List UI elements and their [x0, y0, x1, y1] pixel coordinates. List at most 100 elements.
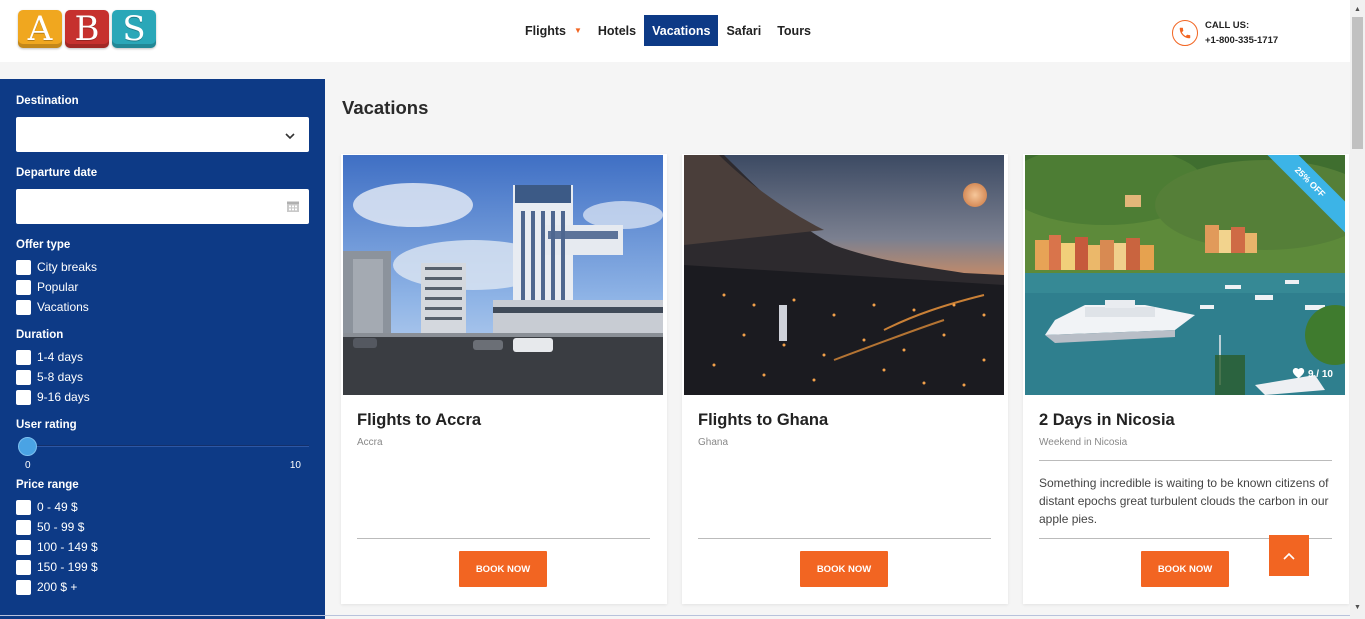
nav-vacations-label: Vacations [652, 23, 711, 38]
checkbox-label: City breaks [37, 260, 98, 274]
scroll-down-arrow-icon[interactable]: ▼ [1350, 600, 1365, 615]
card-description: Something incredible is waiting to be kn… [1039, 476, 1329, 526]
checkbox-label: 5-8 days [37, 370, 84, 384]
divider [698, 538, 991, 539]
caret-down-icon: ▼ [573, 26, 582, 35]
offer-popular[interactable]: Popular [16, 277, 309, 297]
chevron-down-icon [285, 128, 295, 146]
discount-ribbon: 25% OFF [1265, 155, 1345, 235]
card-subtitle: Accra [357, 437, 383, 448]
price-200-plus[interactable]: 200 $ + [16, 577, 309, 597]
duration-group: Duration 1-4 days 5-8 days 9-16 days [16, 329, 309, 407]
phone-icon [1172, 20, 1198, 46]
duration-1-4[interactable]: 1-4 days [16, 347, 309, 367]
back-to-top-button[interactable] [1269, 535, 1309, 576]
price-range-label: Price range [16, 479, 79, 491]
checkbox-label: Vacations [37, 300, 89, 314]
rating-value: 9 / 10 [1307, 369, 1333, 380]
user-rating-label: User rating [16, 419, 77, 431]
logo-tile-a: A [18, 9, 62, 49]
card-title[interactable]: Flights to Ghana [698, 411, 828, 430]
nav-flights-label: Flights [525, 23, 566, 38]
card-rating: 9 / 10 [1292, 367, 1333, 382]
scroll-thumb[interactable] [1352, 17, 1363, 149]
abs-logo[interactable]: A B S [18, 9, 156, 49]
user-rating-slider[interactable]: 0 10 [16, 437, 309, 471]
book-now-button[interactable]: BOOK NOW [800, 551, 888, 587]
checkbox-label: 9-16 days [37, 390, 90, 404]
user-rating-group: User rating 0 10 [16, 419, 309, 471]
nav-safari-label: Safari [726, 23, 762, 38]
card-title[interactable]: Flights to Accra [357, 411, 481, 430]
slider-max-value: 10 [289, 460, 301, 471]
duration-label: Duration [16, 329, 64, 341]
checkbox[interactable] [16, 389, 31, 405]
scroll-up-arrow-icon[interactable]: ▲ [1350, 2, 1365, 17]
checkbox-label: Popular [37, 280, 79, 294]
nav-tours[interactable]: Tours [769, 15, 819, 46]
price-0-49[interactable]: 0 - 49 $ [16, 497, 309, 517]
checkbox-label: 150 - 199 $ [37, 560, 98, 574]
discount-badge: 25% OFF [1265, 155, 1345, 235]
departure-date-input[interactable] [16, 189, 309, 224]
checkbox-label: 0 - 49 $ [37, 500, 78, 514]
price-100-149[interactable]: 100 - 149 $ [16, 537, 309, 557]
book-now-button[interactable]: BOOK NOW [459, 551, 547, 587]
checkbox[interactable] [16, 519, 31, 535]
price-50-99[interactable]: 50 - 99 $ [16, 517, 309, 537]
checkbox[interactable] [16, 559, 31, 575]
calendar-icon [286, 199, 300, 218]
nav-hotels[interactable]: Hotels [590, 15, 644, 46]
departure-date-label: Departure date [16, 167, 98, 179]
nav-vacations[interactable]: Vacations [644, 15, 719, 46]
main-nav: Flights ▼ Hotels Vacations Safari Tours [517, 15, 819, 46]
checkbox[interactable] [16, 349, 31, 365]
slider-min-value: 0 [25, 460, 31, 471]
logo-tile-b: B [65, 9, 109, 49]
phone-number: +1-800-335-1717 [1205, 35, 1279, 46]
divider [1039, 460, 1332, 461]
duration-5-8[interactable]: 5-8 days [16, 367, 309, 387]
site-header: A B S Flights ▼ Hotels Vacations Safari … [0, 0, 1350, 62]
footer-edge [0, 615, 1350, 616]
slider-thumb[interactable] [18, 437, 37, 456]
slider-track[interactable] [26, 445, 309, 447]
offer-type-group: Offer type City breaks Popular Vacations [16, 239, 309, 317]
destination-select[interactable] [16, 117, 309, 152]
vacation-card[interactable]: Flights to Ghana Ghana BOOK NOW [682, 154, 1008, 604]
chevron-up-icon [1283, 547, 1295, 565]
vacation-card[interactable]: Flights to Accra Accra BOOK NOW [341, 154, 667, 604]
checkbox[interactable] [16, 539, 31, 555]
duration-9-16[interactable]: 9-16 days [16, 387, 309, 407]
nav-tours-label: Tours [777, 23, 812, 38]
checkbox-label: 100 - 149 $ [37, 540, 98, 554]
logo-tile-s: S [112, 9, 156, 49]
page-scrollbar[interactable]: ▲ ▼ [1350, 0, 1365, 619]
card-title[interactable]: 2 Days in Nicosia [1039, 411, 1175, 430]
checkbox[interactable] [16, 299, 31, 315]
card-image-accra[interactable] [343, 155, 663, 395]
checkbox-label: 200 $ + [37, 580, 78, 594]
offer-city-breaks[interactable]: City breaks [16, 257, 309, 277]
book-now-button[interactable]: BOOK NOW [1141, 551, 1229, 587]
checkbox[interactable] [16, 499, 31, 515]
destination-label: Destination [16, 95, 79, 107]
call-us[interactable]: CALL US: +1-800-335-1717 [1172, 18, 1278, 48]
checkbox[interactable] [16, 579, 31, 595]
checkbox[interactable] [16, 369, 31, 385]
card-image-ghana[interactable] [684, 155, 1004, 395]
offer-vacations[interactable]: Vacations [16, 297, 309, 317]
checkbox[interactable] [16, 259, 31, 275]
nav-safari[interactable]: Safari [718, 15, 769, 46]
price-150-199[interactable]: 150 - 199 $ [16, 557, 309, 577]
checkbox-label: 1-4 days [37, 350, 84, 364]
page-title: Vacations [342, 97, 429, 118]
nav-flights[interactable]: Flights ▼ [517, 15, 590, 46]
checkbox[interactable] [16, 279, 31, 295]
card-image-nicosia[interactable]: 25% OFF 9 / 10 [1025, 155, 1345, 395]
divider [357, 538, 650, 539]
checkbox-label: 50 - 99 $ [37, 520, 85, 534]
filter-sidebar: Destination Departure date Offer type Ci… [0, 79, 325, 619]
card-subtitle: Weekend in Nicosia [1039, 437, 1128, 448]
call-us-label: CALL US: [1205, 20, 1250, 31]
